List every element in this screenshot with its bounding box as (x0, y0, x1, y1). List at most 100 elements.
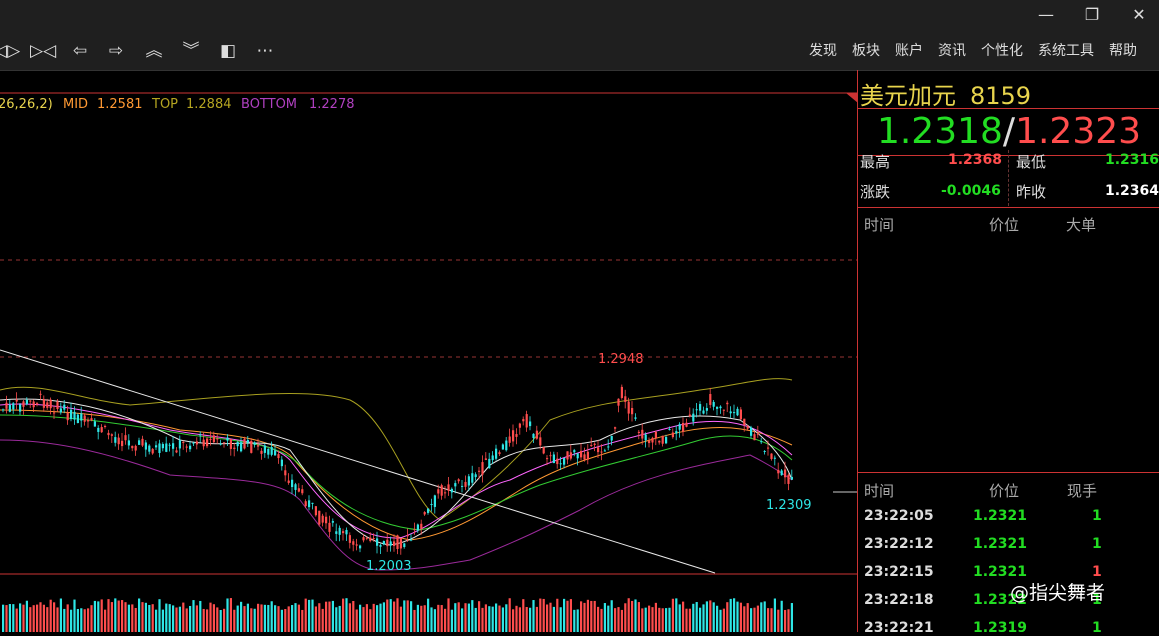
volume-bar (491, 606, 494, 632)
volume-bar (675, 598, 678, 632)
tick-time-header: 时间 (864, 482, 895, 500)
volume-bar (107, 599, 110, 632)
volume-bar (478, 601, 481, 632)
close-icon[interactable]: ✕ (1125, 4, 1153, 26)
volume-bar (141, 602, 144, 632)
candle-body (382, 541, 385, 545)
volume-bar (104, 609, 107, 632)
candle-body (440, 485, 443, 496)
prev-close-value: 1.2364 (1105, 183, 1159, 199)
candle-body (556, 458, 559, 465)
volume-bar (603, 603, 606, 632)
volume-bar (389, 599, 392, 632)
volume-bar (369, 609, 372, 632)
candle-body (488, 458, 491, 469)
candle-body (461, 485, 464, 487)
volume-bar (267, 604, 270, 632)
kline-chart[interactable]: 26,26,2) MID 1.2581 TOP 1.2884 BOTTOM 1.… (0, 70, 858, 632)
more-icon[interactable]: ⋯ (253, 40, 277, 62)
volume-bar (233, 609, 236, 632)
volume-bar (535, 606, 538, 632)
candle-body (580, 450, 583, 458)
menu-account[interactable]: 账户 (895, 40, 923, 60)
candle-body (25, 399, 28, 405)
candle-body (600, 451, 603, 453)
candle-body (607, 446, 610, 448)
candle-body (661, 435, 664, 444)
volume-bar (399, 606, 402, 632)
double-down-icon[interactable]: ︾ (179, 40, 203, 62)
candle-body (287, 480, 290, 483)
minimize-icon[interactable]: — (1032, 4, 1060, 26)
volume-bar (131, 604, 134, 632)
zoom-in-icon[interactable]: ▷◁ (30, 40, 56, 62)
volume-bar (386, 599, 389, 632)
volume-bar (359, 604, 362, 632)
volume-bar (382, 602, 385, 632)
candle-body (22, 401, 25, 407)
candle-body (702, 410, 705, 414)
volume-bar (648, 605, 651, 632)
candle-body (219, 443, 222, 445)
candle-body (335, 531, 338, 534)
candle-body (736, 408, 739, 416)
volume-bar (767, 608, 770, 632)
volume-bar (314, 606, 317, 632)
restore-icon[interactable]: ❐ (1078, 4, 1106, 26)
volume-bar (416, 604, 419, 632)
volume-bar (719, 609, 722, 632)
volume-bar (2, 604, 5, 632)
tick-volume: 1 (1092, 620, 1102, 636)
candle-body (464, 481, 467, 487)
watermark: @指尖舞者 (1010, 582, 1106, 604)
menu-personalize[interactable]: 个性化 (981, 40, 1023, 60)
candle-body (393, 541, 396, 546)
candle-body (746, 426, 749, 429)
candle-body (308, 500, 311, 508)
double-up-icon[interactable]: ︽ (142, 40, 166, 62)
volume-bar (365, 604, 368, 632)
volume-bar (420, 605, 423, 632)
volume-bar (29, 607, 32, 632)
layout-icon[interactable]: ◧ (216, 40, 240, 62)
candle-body (161, 444, 164, 449)
menu-sectors[interactable]: 板块 (852, 40, 880, 60)
candle-body (202, 439, 205, 447)
candle-body (100, 427, 103, 433)
volume-bar (127, 604, 130, 632)
volume-bar (243, 606, 246, 632)
volume-bar (593, 600, 596, 632)
menu-help[interactable]: 帮助 (1109, 40, 1137, 60)
bid-ask: 1.2318/1.2323 (858, 108, 1159, 156)
candle-body (450, 488, 453, 493)
arrow-left-icon[interactable]: ⇦ (68, 40, 92, 62)
volume-bar (467, 603, 470, 632)
volume-bar (559, 607, 562, 632)
volume-bar (209, 602, 212, 632)
candle-body (467, 476, 470, 486)
volume-bar (270, 601, 273, 632)
volume-bar (8, 604, 11, 632)
volume-bar (15, 608, 18, 632)
zoom-out-icon[interactable]: ◁▷ (0, 40, 20, 62)
candle-body (192, 442, 195, 444)
arrow-right-icon[interactable]: ⇨ (104, 40, 128, 62)
menu-news[interactable]: 资讯 (938, 40, 966, 60)
menu-discover[interactable]: 发现 (809, 40, 837, 60)
candle-body (15, 399, 18, 402)
volume-bar (729, 598, 732, 632)
volume-bar (182, 602, 185, 632)
candle-body (59, 408, 62, 413)
candle-body (532, 433, 535, 438)
candle-body (46, 402, 49, 408)
candle-body (141, 438, 144, 446)
volume-bar (393, 601, 396, 632)
volume-bar (263, 604, 266, 632)
volume-bar (83, 609, 86, 632)
menu-system-tools[interactable]: 系统工具 (1038, 40, 1094, 60)
candle-body (29, 400, 32, 402)
candle-body (236, 441, 239, 447)
volume-bar (450, 609, 453, 632)
volume-bar (236, 605, 239, 632)
volume-bar (651, 607, 654, 632)
